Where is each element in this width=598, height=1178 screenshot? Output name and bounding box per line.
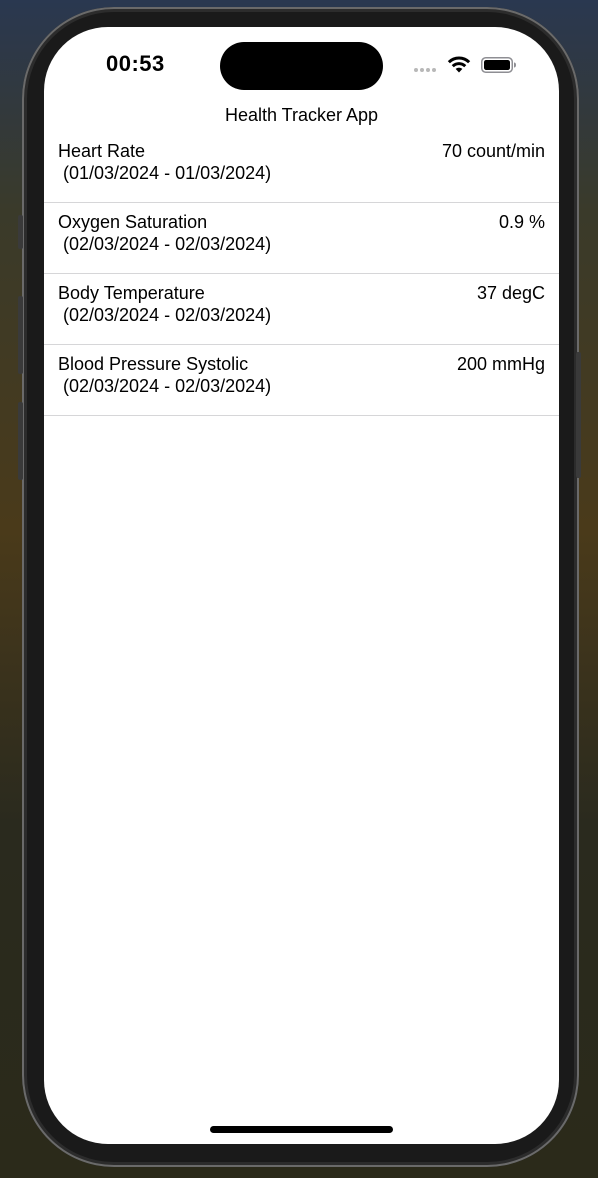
record-date-range: (02/03/2024 - 02/03/2024) xyxy=(58,234,272,254)
record-value: 200 mmHg xyxy=(456,354,545,374)
record-name: Body Temperature xyxy=(58,283,205,303)
record-date-range: (02/03/2024 - 02/03/2024) xyxy=(58,305,272,325)
wifi-icon xyxy=(447,56,471,73)
record-value: 37 degC xyxy=(476,283,545,303)
record-date-range: (02/03/2024 - 02/03/2024) xyxy=(58,376,272,396)
home-indicator[interactable] xyxy=(210,1126,393,1133)
dynamic-island xyxy=(220,42,383,90)
health-records-list: Heart Rate 70 count/min (01/03/2024 - 01… xyxy=(44,132,559,416)
list-item-body-temperature[interactable]: Body Temperature 37 degC (02/03/2024 - 0… xyxy=(44,274,559,345)
record-date-range: (01/03/2024 - 01/03/2024) xyxy=(58,163,272,183)
record-value: 0.9 % xyxy=(498,212,545,232)
record-value: 70 count/min xyxy=(441,141,545,161)
record-name: Heart Rate xyxy=(58,141,146,161)
battery-icon xyxy=(481,57,516,73)
volume-up-button xyxy=(18,296,23,374)
cellular-signal-icon xyxy=(414,68,436,72)
record-name: Oxygen Saturation xyxy=(58,212,208,232)
status-time: 00:53 xyxy=(106,51,165,76)
list-item-oxygen-saturation[interactable]: Oxygen Saturation 0.9 % (02/03/2024 - 02… xyxy=(44,203,559,274)
list-item-blood-pressure-systolic[interactable]: Blood Pressure Systolic 200 mmHg (02/03/… xyxy=(44,345,559,416)
volume-down-button xyxy=(18,402,23,480)
power-button xyxy=(576,352,581,478)
record-name: Blood Pressure Systolic xyxy=(58,354,249,374)
app-screen: 00:53 Health Tracker App Heart Rate 70 c… xyxy=(44,27,559,1144)
list-item-heart-rate[interactable]: Heart Rate 70 count/min (01/03/2024 - 01… xyxy=(44,132,559,203)
action-button xyxy=(18,215,23,249)
page-title: Health Tracker App xyxy=(224,105,379,125)
